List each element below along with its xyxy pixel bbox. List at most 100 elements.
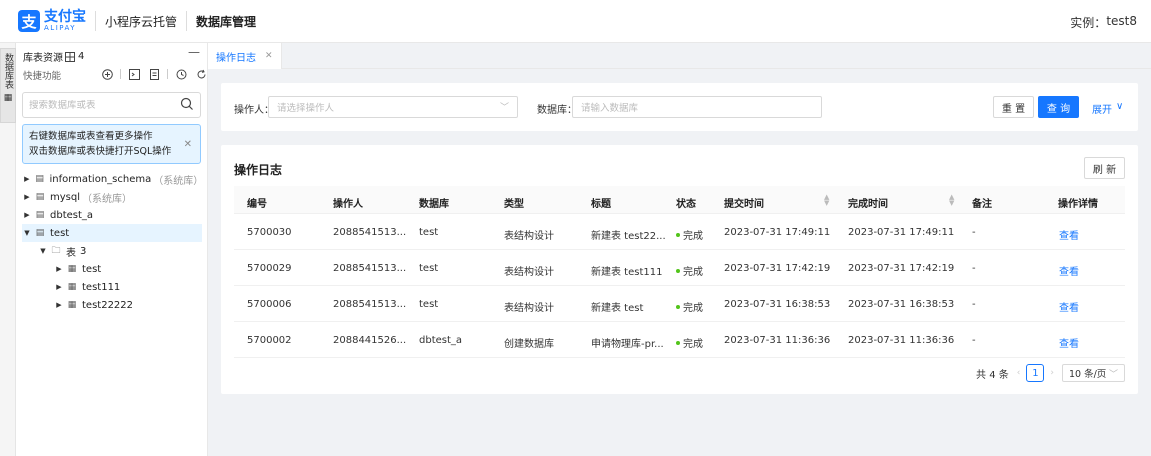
caret-right-icon[interactable]: ▶	[54, 301, 64, 309]
tree-item-test[interactable]: ▼ ▤ test	[22, 224, 202, 242]
database-label: 数据库：	[537, 105, 577, 116]
page-number-button[interactable]: 1	[1026, 364, 1045, 382]
tree-item-table[interactable]: ▶ ▦ test22222	[22, 296, 202, 314]
panel-title: 操作日志	[234, 163, 283, 177]
search-icon[interactable]	[180, 97, 194, 111]
tip-line-2: 双击数据库或表快捷打开SQL操作	[29, 146, 172, 157]
view-link[interactable]: 查看	[1059, 299, 1079, 314]
tree-item-note: （系统库）	[82, 193, 132, 205]
chevron-left-icon[interactable]: ‹	[1017, 368, 1021, 378]
status-text: 完成	[683, 339, 703, 350]
instance-label: 实例：	[1070, 16, 1107, 30]
header-divider	[95, 11, 96, 31]
view-link[interactable]: 查看	[1059, 335, 1079, 350]
sort-icon[interactable]: ▲ ▼	[824, 194, 829, 207]
operation-log-panel: 操作日志 刷 新 编号 操作人 数据库 类型 标题 状态 提交时间 ▲ ▼ 完成时…	[221, 145, 1138, 394]
cell-title: 申请物理库-pr...	[591, 339, 664, 350]
vertical-tab-db-tables[interactable]: 数据库表 ▦	[0, 48, 16, 123]
tree-group-tables[interactable]: ▼ 🗀 表 3	[22, 242, 202, 260]
alipay-logo-mark: 支	[18, 10, 40, 32]
caret-right-icon[interactable]: ▶	[22, 175, 32, 183]
refresh-icon[interactable]	[194, 67, 208, 81]
tab-operation-log[interactable]: 操作日志 ✕	[208, 43, 282, 69]
refresh-button[interactable]: 刷 新	[1084, 157, 1125, 179]
cell-finish-time: 2023-07-31 11:36:36	[848, 335, 955, 346]
col-title: 标题	[591, 199, 611, 210]
caret-right-icon[interactable]: ▶	[22, 211, 32, 219]
cell-finish-time: 2023-07-31 17:42:19	[848, 263, 955, 274]
sql-file-icon[interactable]	[147, 67, 161, 81]
db-tree: ▶ ▤ information_schema （系统库） ▶ ▤ mysql （…	[22, 170, 203, 314]
page-size-select[interactable]: 10 条/页 ﹀	[1062, 364, 1125, 382]
cell-finish-time: 2023-07-31 17:49:11	[848, 227, 955, 238]
usage-tip: 右键数据库或表查看更多操作 双击数据库或表快捷打开SQL操作 ✕	[22, 124, 201, 164]
terminal-icon[interactable]	[127, 67, 141, 81]
table-icon: ▦	[67, 282, 77, 292]
add-circle-icon[interactable]	[100, 67, 114, 81]
collapse-icon[interactable]: —	[188, 45, 200, 59]
cell-status: 完成	[676, 335, 703, 350]
col-database: 数据库	[419, 199, 449, 210]
col-finish-time[interactable]: 完成时间	[848, 195, 888, 210]
tree-item-dbtest-a[interactable]: ▶ ▤ dbtest_a	[22, 206, 202, 224]
col-type: 类型	[504, 199, 524, 210]
sort-icon[interactable]: ▲ ▼	[949, 194, 954, 207]
filter-bar: 操作人： 请选择操作人 ﹀ 数据库： 请输入数据库 重 置 查 询 展开 ∨	[221, 83, 1138, 131]
caret-right-icon[interactable]: ▶	[54, 283, 64, 291]
cell-id: 5700006	[247, 299, 292, 310]
quick-toolbar	[100, 67, 214, 81]
app-name[interactable]: 小程序云托管	[105, 13, 177, 30]
col-id: 编号	[247, 199, 267, 210]
table-icon: ▦	[3, 93, 13, 103]
cell-operator: 2088541513...	[333, 299, 407, 310]
table-icon: ▦	[67, 300, 77, 310]
query-button[interactable]: 查 询	[1038, 96, 1079, 118]
col-note: 备注	[972, 199, 992, 210]
caret-down-icon[interactable]: ▼	[22, 229, 32, 237]
cell-status: 完成	[676, 263, 703, 278]
sidebar-title: 库表资源 4	[23, 49, 84, 64]
close-icon[interactable]: ✕	[184, 137, 192, 152]
db-search-box	[22, 92, 201, 118]
caret-down-icon[interactable]: ▼	[38, 247, 48, 255]
tab-label: 操作日志	[216, 52, 256, 64]
database-icon: ▤	[35, 174, 44, 184]
alipay-logo[interactable]: 支 支付宝 ALIPAY	[18, 10, 86, 32]
cell-submit-time: 2023-07-31 16:38:53	[724, 299, 831, 310]
close-icon[interactable]: ✕	[265, 51, 273, 61]
col-submit-time[interactable]: 提交时间	[724, 195, 764, 210]
cell-type: 表结构设计	[504, 303, 554, 314]
view-link[interactable]: 查看	[1059, 263, 1079, 278]
cell-note: -	[972, 263, 976, 274]
table-row: 5700002 2088441526... dbtest_a 创建数据库 申请物…	[234, 322, 1125, 358]
tree-item-label: test22222	[82, 299, 134, 311]
reset-button[interactable]: 重 置	[993, 96, 1034, 118]
chevron-right-icon[interactable]: ›	[1050, 368, 1054, 378]
table-row: 5700006 2088541513... test 表结构设计 新建表 tes…	[234, 286, 1125, 322]
database-input[interactable]: 请输入数据库	[572, 96, 822, 118]
expand-toggle[interactable]: 展开 ∨	[1092, 101, 1123, 116]
operator-select[interactable]: 请选择操作人 ﹀	[268, 96, 518, 118]
view-link[interactable]: 查看	[1059, 227, 1079, 242]
tree-item-label: test	[50, 227, 70, 239]
tree-item-label: mysql	[50, 191, 80, 203]
tree-item-mysql[interactable]: ▶ ▤ mysql （系统库）	[22, 188, 202, 206]
caret-right-icon[interactable]: ▶	[54, 265, 64, 273]
tree-item-label: dbtest_a	[50, 209, 94, 221]
caret-right-icon[interactable]: ▶	[22, 193, 32, 201]
quick-actions-label: 快捷功能	[23, 71, 62, 82]
tree-item-table[interactable]: ▶ ▦ test111	[22, 278, 202, 296]
cell-id: 5700029	[247, 263, 292, 274]
sidebar-count: 4	[78, 51, 85, 62]
cell-finish-time: 2023-07-31 16:38:53	[848, 299, 955, 310]
table-icon: ▦	[67, 264, 77, 274]
cell-title: 新建表 test111	[591, 267, 663, 278]
history-icon[interactable]	[174, 67, 188, 81]
cell-submit-time: 2023-07-31 11:36:36	[724, 335, 831, 346]
cell-database: test	[419, 299, 439, 310]
tree-item-table[interactable]: ▶ ▦ test	[22, 260, 202, 278]
table-row: 5700030 2088541513... test 表结构设计 新建表 tes…	[234, 214, 1125, 250]
cell-id: 5700030	[247, 227, 292, 238]
db-search-input[interactable]	[29, 99, 179, 111]
tree-item-information-schema[interactable]: ▶ ▤ information_schema （系统库）	[22, 170, 203, 188]
